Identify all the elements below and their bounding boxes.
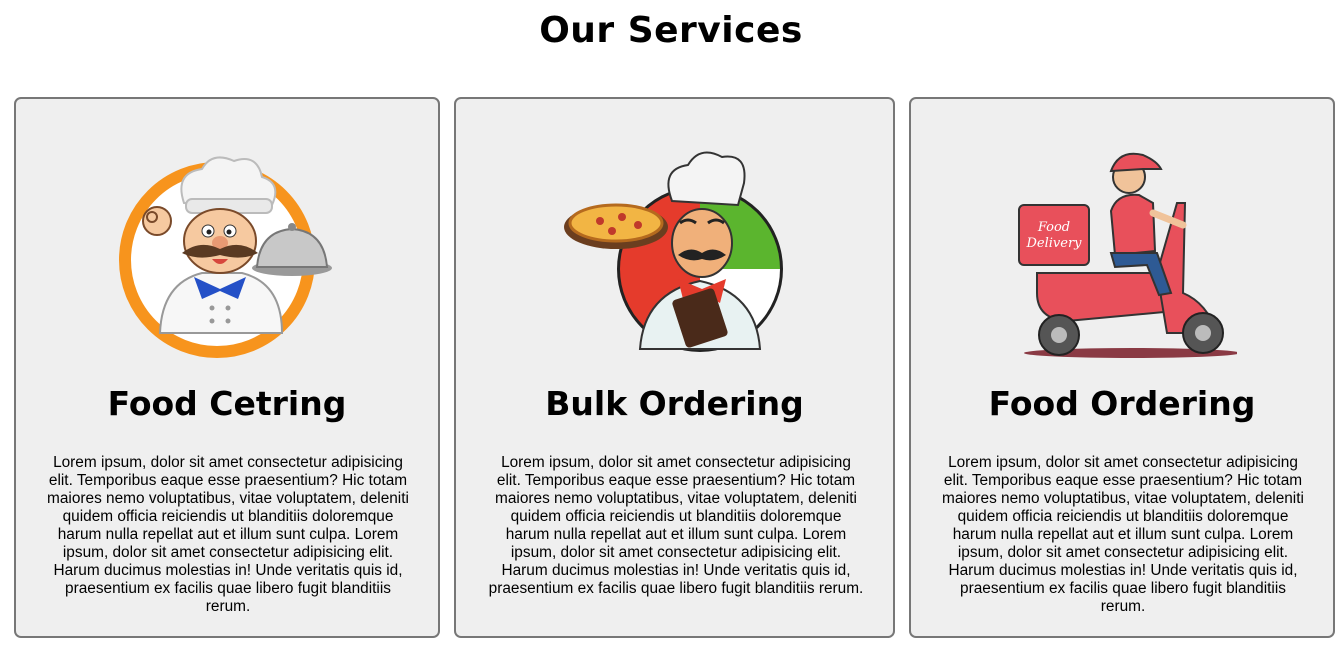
service-description: Lorem ipsum, dolor sit amet consectetur … [488,454,864,597]
service-title: Food Cetring [107,384,347,423]
pizza-chef-icon [456,143,893,363]
service-card-food-catering: Food Cetring Lorem ipsum, dolor sit amet… [14,97,440,638]
service-description: Lorem ipsum, dolor sit amet consectetur … [47,454,409,615]
service-card-bulk-ordering: Bulk Ordering Lorem ipsum, dolor sit ame… [454,97,895,638]
delivery-scooter-icon: Food Delivery [911,143,1333,363]
service-title: Bulk Ordering [545,384,804,423]
food-delivery-logo-text: Delivery [1025,236,1082,251]
page-title: Our Services [539,10,803,51]
service-description: Lorem ipsum, dolor sit amet consectetur … [942,454,1304,615]
food-delivery-logo-text: Food [1037,220,1070,235]
service-card-food-ordering: Food Delivery Food Ordering Lorem ipsum,… [909,97,1335,638]
service-title: Food Ordering [988,384,1256,423]
chef-catering-icon [16,143,438,363]
